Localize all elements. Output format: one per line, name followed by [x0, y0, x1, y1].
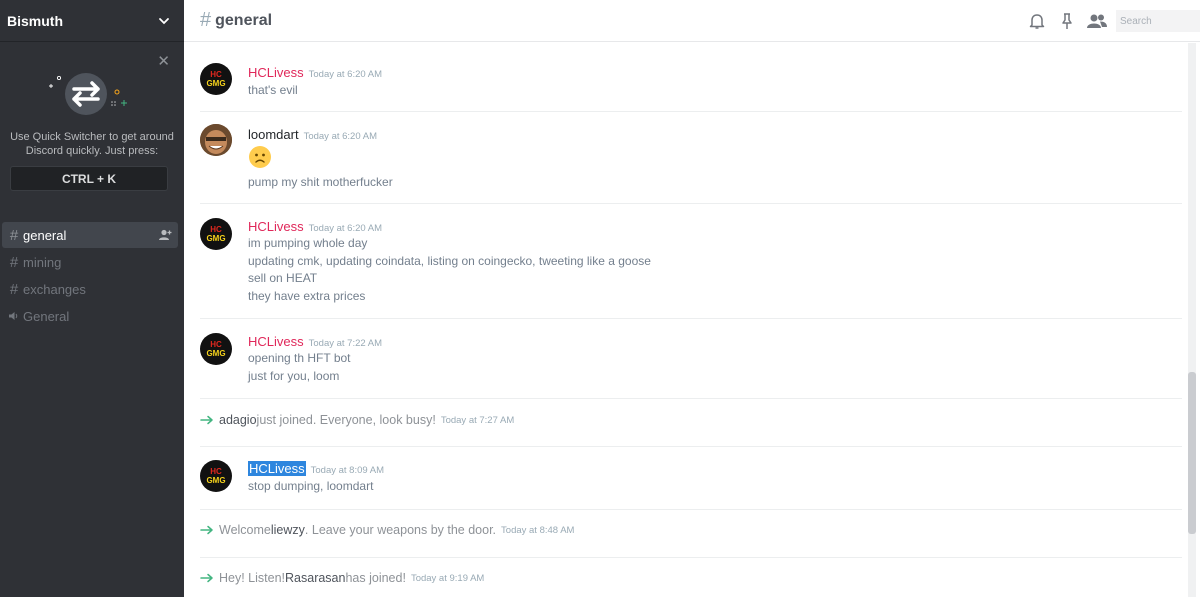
ctrl-k-button[interactable]: CTRL + K: [10, 166, 168, 191]
channel-name: exchanges: [23, 281, 86, 297]
avatar-text-top: HC: [210, 70, 222, 79]
system-user[interactable]: liewzy: [271, 523, 305, 537]
avatar-text-top: HC: [210, 340, 222, 349]
avatar[interactable]: HC GMG: [200, 460, 232, 492]
timestamp: Today at 7:22 AM: [308, 338, 383, 349]
message-header: HCLivess Today at 6:20 AM: [248, 219, 382, 234]
system-message-group: Welcome liewzy. Leave your weapons by th…: [200, 509, 1182, 558]
system-message: Hey! Listen! Rasarasan has joined! Today …: [200, 571, 484, 585]
server-name: Bismuth: [7, 12, 63, 29]
timestamp: Today at 6:20 AM: [308, 223, 383, 234]
timestamp: Today at 6:20 AM: [308, 69, 383, 80]
message-text: stop dumping, loomdart: [248, 479, 374, 493]
quick-switcher-icon: [49, 73, 127, 115]
message-text: sell on HEAT: [248, 271, 318, 285]
hash-icon: #: [9, 280, 19, 298]
system-post: has joined!: [345, 571, 406, 585]
avatar-text-bottom: GMG: [206, 79, 226, 88]
timestamp: Today at 7:27 AM: [440, 414, 515, 426]
message-header: HCLivess Today at 7:22 AM: [248, 334, 382, 349]
system-post: . Leave your weapons by the door.: [304, 523, 497, 537]
avatar[interactable]: HC GMG: [200, 333, 232, 365]
channel-name: General: [23, 308, 70, 324]
system-user[interactable]: adagio: [219, 413, 257, 427]
chevron-down-icon[interactable]: [158, 15, 170, 27]
channel-list: # general # mining # exchanges General: [0, 222, 184, 330]
avatar-text-bottom: GMG: [206, 476, 226, 485]
join-arrow-icon: [200, 415, 213, 425]
quick-switcher-line-1: Use Quick Switcher to get around: [10, 131, 174, 143]
channel-name: mining: [23, 254, 62, 270]
timestamp: Today at 9:19 AM: [410, 572, 485, 584]
message-header: HCLivess Today at 8:09 AM: [248, 461, 384, 476]
avatar[interactable]: HC GMG: [200, 63, 232, 95]
voice-channel-general[interactable]: General: [2, 303, 178, 329]
chat-area: # general HC GMG HCLivess Today at 6:20 A…: [184, 0, 1200, 597]
message-group: HC GMG HCLivess Today at 6:20 AM im pumpi…: [200, 203, 1182, 319]
quick-switcher-line-2: Discord quickly. Just press:: [25, 145, 159, 157]
timestamp: Today at 8:09 AM: [310, 465, 385, 476]
channel-title: general: [215, 11, 273, 29]
author-name[interactable]: HCLivess: [248, 65, 304, 80]
avatar-text-top: HC: [210, 467, 222, 476]
scrollbar-thumb[interactable]: [1188, 372, 1196, 534]
close-icon[interactable]: ✕: [157, 54, 170, 69]
avatar-text-bottom: GMG: [206, 234, 226, 243]
message-text: updating cmk, updating coindata, listing…: [248, 254, 651, 268]
system-message: Welcome liewzy. Leave your weapons by th…: [200, 523, 574, 537]
author-name[interactable]: HCLivess: [248, 461, 306, 476]
message-text: im pumping whole day: [248, 236, 368, 250]
message-group: loomdart Today at 6:20 AM pump my shit mo…: [200, 111, 1182, 204]
avatar-text-top: HC: [210, 225, 222, 234]
hash-icon: #: [200, 9, 212, 31]
author-name[interactable]: loomdart: [248, 127, 299, 142]
message-text: pump my shit motherfucker: [248, 175, 393, 189]
join-arrow-icon: [200, 525, 213, 535]
message-group: HC GMG HCLivess Today at 7:22 AM opening …: [200, 318, 1182, 399]
message-group: HC GMG HCLivess Today at 6:20 AM that's e…: [200, 43, 1182, 112]
join-arrow-icon: [200, 573, 213, 583]
system-user[interactable]: Rasarasan: [285, 571, 345, 585]
avatar[interactable]: [200, 124, 232, 156]
channel-header: # general: [184, 0, 1200, 42]
message-header: HCLivess Today at 6:20 AM: [248, 65, 382, 80]
timestamp: Today at 8:48 AM: [501, 524, 575, 536]
system-pre: Hey! Listen!: [219, 571, 286, 585]
message-header: loomdart Today at 6:20 AM: [248, 127, 377, 142]
system-post: just joined. Everyone, look busy!: [256, 413, 436, 427]
frowning-face-emoji[interactable]: [248, 145, 272, 169]
sidebar: Bismuth ✕ Use Quick Switcher to get arou…: [0, 0, 184, 597]
quick-switcher-text: Use Quick Switcher to get around Discord…: [0, 130, 184, 158]
message-list: HC GMG HCLivess Today at 6:20 AM that's e…: [184, 43, 1184, 597]
channel-mining[interactable]: # mining: [2, 249, 178, 275]
author-name[interactable]: HCLivess: [248, 334, 304, 349]
avatar[interactable]: HC GMG: [200, 218, 232, 250]
channel-exchanges[interactable]: # exchanges: [2, 276, 178, 302]
message-group: HC GMG HCLivess Today at 8:09 AM stop dum…: [200, 446, 1182, 510]
system-message-group: adagio just joined. Everyone, look busy!…: [200, 398, 1182, 447]
author-name[interactable]: HCLivess: [248, 219, 304, 234]
speaker-icon: [8, 310, 20, 322]
search-input[interactable]: [1116, 10, 1200, 32]
message-text: just for you, loom: [248, 369, 340, 383]
system-message-group: Hey! Listen! Rasarasan has joined! Today …: [200, 557, 1182, 597]
members-icon[interactable]: [1086, 12, 1108, 30]
channel-name: general: [23, 227, 67, 243]
pin-icon[interactable]: [1058, 12, 1076, 30]
quick-switcher-panel: ✕ Use Quick Switcher to get around Disco…: [0, 42, 184, 204]
timestamp: Today at 6:20 AM: [303, 131, 377, 142]
message-text: opening th HFT bot: [248, 351, 351, 365]
hash-icon: #: [9, 253, 19, 271]
channel-general[interactable]: # general: [2, 222, 178, 248]
server-header[interactable]: Bismuth: [0, 0, 184, 42]
message-text: that's evil: [248, 83, 298, 97]
hash-icon: #: [9, 226, 19, 244]
bell-icon[interactable]: [1028, 12, 1046, 30]
add-user-icon[interactable]: [158, 228, 172, 242]
system-pre: Welcome: [219, 523, 271, 537]
avatar-text-bottom: GMG: [206, 349, 226, 358]
message-text: they have extra prices: [248, 289, 366, 303]
system-message: adagio just joined. Everyone, look busy!…: [200, 413, 514, 427]
